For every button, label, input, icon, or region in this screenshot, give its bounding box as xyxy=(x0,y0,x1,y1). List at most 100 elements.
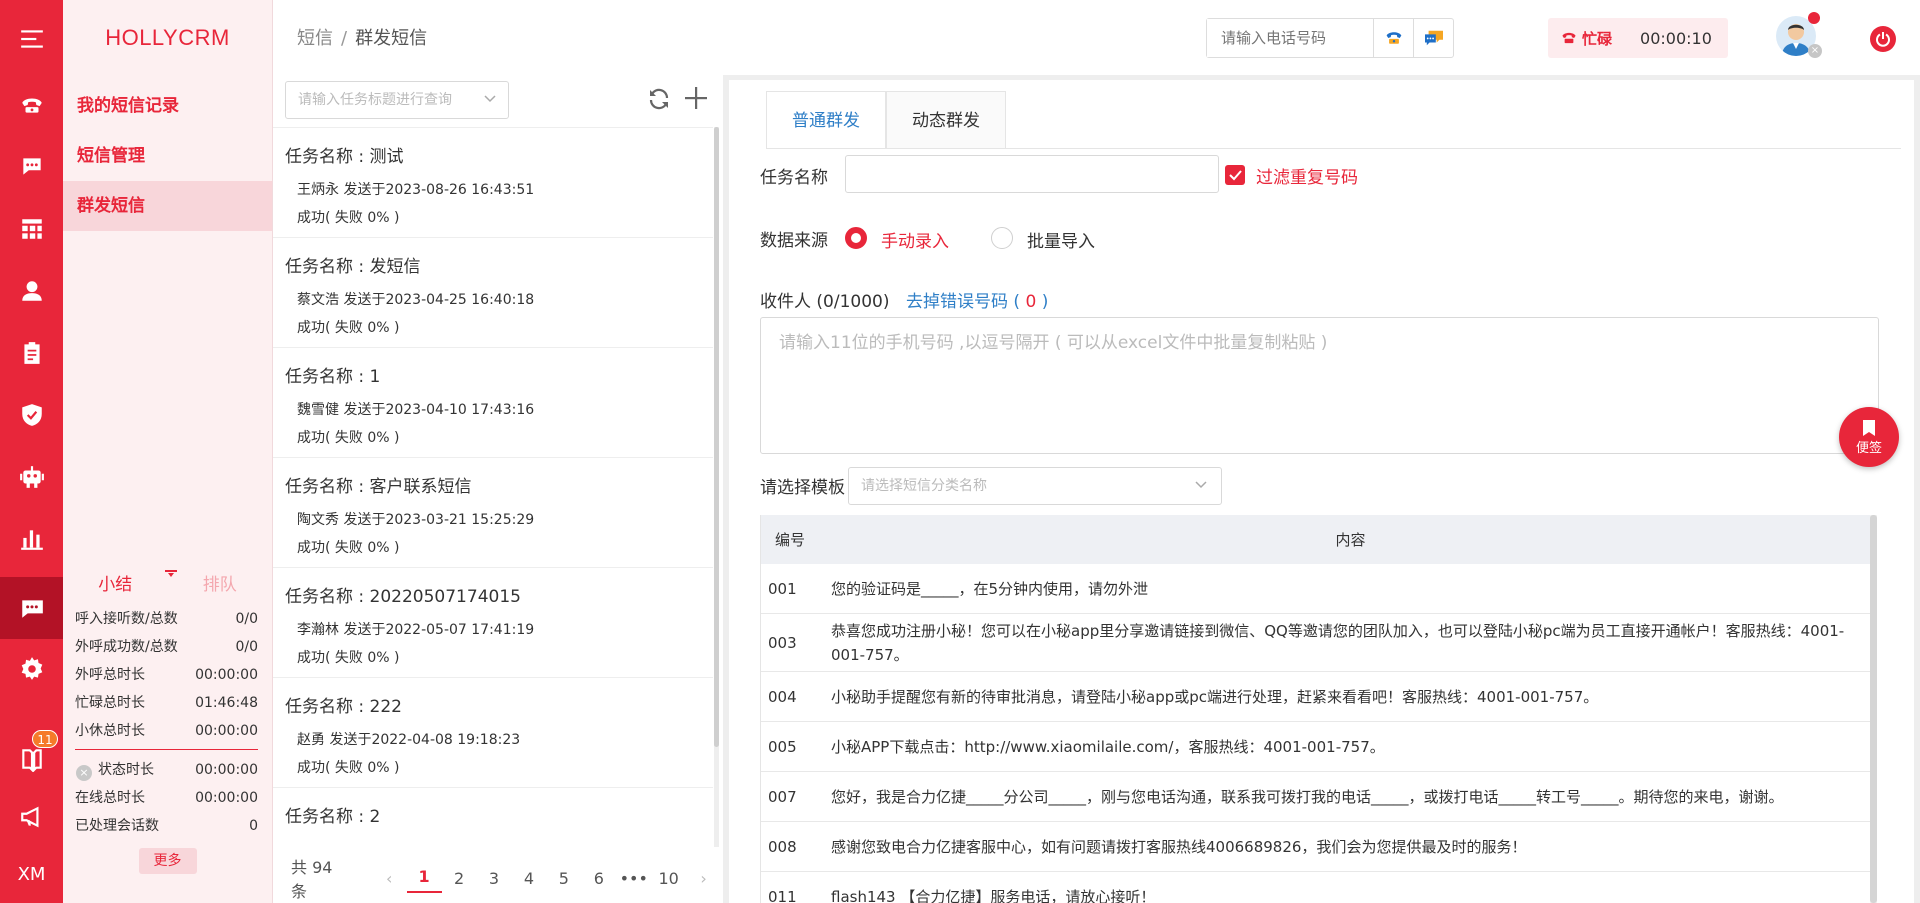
rail-item-phone[interactable] xyxy=(0,74,63,136)
rail-item-clipboard[interactable] xyxy=(0,322,63,384)
radio-batch-import[interactable] xyxy=(991,227,1013,249)
stat-value: 01:46:48 xyxy=(195,695,258,711)
stats-list: 呼入接听数/总数 0/0 外呼成功数/总数 0/0 外呼总时长 00:00:00 忙碌… xyxy=(63,605,272,840)
dial-phone-icon xyxy=(1386,32,1401,44)
recipients-textarea[interactable]: 请输入11位的手机号码 ,以逗号隔开 ( 可以从excel文件中批量复制粘贴 ) xyxy=(760,317,1879,454)
page-button[interactable]: 1 xyxy=(406,863,442,893)
submenu-item-sms-manage[interactable]: 短信管理 xyxy=(63,131,272,181)
rail-item-xm[interactable]: XM xyxy=(0,843,63,903)
submenu-item-my-records[interactable]: 我的短信记录 xyxy=(63,81,272,131)
rail-item-grid[interactable] xyxy=(0,198,63,260)
filter-duplicates-checkbox[interactable] xyxy=(1225,165,1245,185)
column-header-no: 编号 xyxy=(775,531,806,549)
page-button[interactable]: 2 xyxy=(442,869,477,888)
sticky-note-button[interactable]: 便签 xyxy=(1839,407,1899,467)
list-item[interactable]: 任务名称 : 1 魏雪健 发送于2023-04-10 17:43:16 成功( … xyxy=(273,348,713,458)
radio-manual-label[interactable]: 手动录入 xyxy=(881,227,949,252)
table-row[interactable]: 001 您的验证码是_____，在5分钟内使用，请勿外泄 xyxy=(761,564,1870,614)
list-item[interactable]: 任务名称 : 客户联系短信 陶文秀 发送于2023-03-21 15:25:29… xyxy=(273,458,713,568)
table-row[interactable]: 005 小秘APP下载点击：http://www.xiaomilaile.com… xyxy=(761,722,1870,772)
dial-box xyxy=(1206,18,1454,58)
task-meta: 李瀚林 发送于2022-05-07 17:41:19 xyxy=(297,622,535,638)
task-search-select[interactable]: 请输入任务标题进行查询 xyxy=(285,81,509,119)
brand-logo: HOLLYCRM xyxy=(105,24,230,50)
tab-normal-bulk[interactable]: 普通群发 xyxy=(766,91,886,149)
remove-error-numbers-link[interactable]: 去掉错误号码 ( 0 ) xyxy=(906,287,1048,312)
task-name-input[interactable] xyxy=(845,155,1219,193)
radio-manual-entry[interactable] xyxy=(845,227,867,249)
template-table-scrollbar[interactable] xyxy=(1870,515,1877,903)
stat-value: 00:00:00 xyxy=(195,762,258,778)
list-item[interactable]: 任务名称 : 2 xyxy=(273,788,713,847)
menu-toggle[interactable] xyxy=(0,8,63,70)
close-icon[interactable]: × xyxy=(1808,44,1822,58)
rail-item-chat[interactable] xyxy=(0,136,63,198)
phone-icon xyxy=(21,98,42,113)
refresh-icon[interactable] xyxy=(647,87,671,111)
breadcrumb-parent[interactable]: 短信 xyxy=(297,28,333,49)
task-title: 任务名称 : 2 xyxy=(285,807,381,827)
pagination: 共 94 条 ‹ 1 2 3 4 5 6 ••• 10 › xyxy=(273,853,721,903)
template-no: 004 xyxy=(768,687,797,706)
table-row[interactable]: 007 您好，我是合力亿捷_____分公司_____，刚与您电话沟通，联系我可拨… xyxy=(761,772,1870,822)
radio-batch-label[interactable]: 批量导入 xyxy=(1027,227,1095,252)
prev-page-button[interactable]: ‹ xyxy=(372,869,407,888)
rail-item-settings[interactable] xyxy=(0,638,63,700)
rail-item-stats[interactable] xyxy=(0,508,63,570)
task-meta: 赵勇 发送于2022-04-08 19:18:23 xyxy=(297,732,521,748)
chat-icon xyxy=(22,158,41,175)
agent-status[interactable]: 忙碌 00:00:10 xyxy=(1548,18,1728,58)
filter-duplicates-label[interactable]: 过滤重复号码 xyxy=(1256,163,1358,188)
check-icon xyxy=(1228,169,1242,180)
table-row[interactable]: 004 小秘助手提醒您有新的待审批消息，请登陆小秘app或pc端进行处理，赶紧来… xyxy=(761,672,1870,722)
table-row[interactable]: 003 恭喜您成功注册小秘！您可以在小秘app里分享邀请链接到微信、QQ等邀请您… xyxy=(761,614,1870,672)
stat-row: 外呼总时长 00:00:00 xyxy=(63,661,272,689)
stat-label: 忙碌总时长 xyxy=(75,695,145,711)
template-select-placeholder: 请选择短信分类名称 xyxy=(861,478,987,494)
sms-button[interactable] xyxy=(1413,19,1453,57)
page-button[interactable]: 5 xyxy=(546,869,581,888)
submenu-item-bulk-sms[interactable]: 群发短信 xyxy=(63,181,272,231)
tab-summary[interactable]: 小结 xyxy=(63,570,168,595)
rail-item-user[interactable] xyxy=(0,260,63,322)
menu-icon xyxy=(20,30,43,48)
scrollbar-thumb[interactable] xyxy=(714,127,719,747)
page-ellipsis[interactable]: ••• xyxy=(616,869,651,888)
table-row[interactable]: 011 flash143 【合力亿捷】服务电话，请放心接听！ xyxy=(761,872,1870,903)
sms-chat-icon xyxy=(1424,30,1443,46)
list-item[interactable]: 任务名称 : 20220507174015 李瀚林 发送于2022-05-07 … xyxy=(273,568,713,678)
add-icon[interactable] xyxy=(683,85,709,111)
rail-item-robot[interactable] xyxy=(0,446,63,508)
rail-item-sms[interactable] xyxy=(0,577,63,639)
phone-number-input[interactable] xyxy=(1207,19,1373,57)
task-title: 任务名称 : 1 xyxy=(285,367,381,387)
stat-label: 呼入接听数/总数 xyxy=(75,611,178,627)
close-icon[interactable]: × xyxy=(76,765,92,781)
task-title: 任务名称 : 测试 xyxy=(285,147,404,167)
stat-row: 小休总时长 00:00:00 xyxy=(63,717,272,745)
logout-button[interactable] xyxy=(1870,26,1896,52)
task-list-scrollbar[interactable] xyxy=(714,127,719,847)
page-button[interactable]: 4 xyxy=(511,869,546,888)
list-item[interactable]: 任务名称 : 222 赵勇 发送于2022-04-08 19:18:23 成功(… xyxy=(273,678,713,788)
page-button[interactable]: 6 xyxy=(581,869,616,888)
next-page-button[interactable]: › xyxy=(686,869,721,888)
table-row[interactable]: 008 感谢您致电合力亿捷客服中心，如有问题请拨打客服热线4006689826，… xyxy=(761,822,1870,872)
rail-item-shield[interactable] xyxy=(0,384,63,446)
rail-item-book[interactable]: 11 xyxy=(0,728,63,790)
more-button[interactable]: 更多 xyxy=(138,848,197,874)
tab-dynamic-bulk[interactable]: 动态群发 xyxy=(886,91,1006,149)
list-item[interactable]: 任务名称 : 发短信 蔡文浩 发送于2023-04-25 16:40:18 成功… xyxy=(273,238,713,348)
rail-item-announce[interactable] xyxy=(0,786,63,848)
tab-queue[interactable]: 排队 xyxy=(168,570,273,595)
robot-icon xyxy=(19,466,44,488)
page-button[interactable]: 10 xyxy=(651,869,686,888)
dial-button[interactable] xyxy=(1373,19,1413,57)
top-header: 短信 / 群发短信 忙碌 00:00:10 × xyxy=(273,0,1920,70)
recipients-placeholder: 请输入11位的手机号码 ,以逗号隔开 ( 可以从excel文件中批量复制粘贴 ) xyxy=(779,333,1328,353)
scrollbar-thumb[interactable] xyxy=(1870,515,1877,903)
page-button[interactable]: 3 xyxy=(477,869,512,888)
list-item[interactable]: 任务名称 : 测试 王炳永 发送于2023-08-26 16:43:51 成功(… xyxy=(273,128,713,238)
stat-label: 已处理会话数 xyxy=(75,818,159,834)
template-category-select[interactable]: 请选择短信分类名称 xyxy=(848,467,1222,505)
